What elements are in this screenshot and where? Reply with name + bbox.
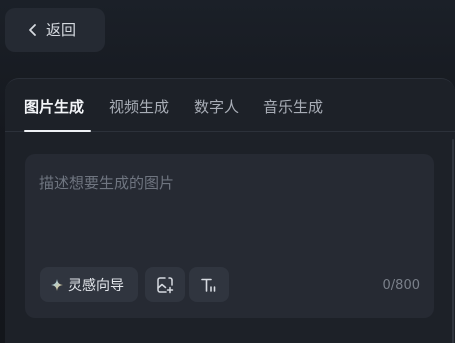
inspiration-guide-button[interactable]: 灵感向导 — [40, 267, 138, 302]
reference-image-button[interactable] — [145, 267, 185, 302]
prompt-input[interactable] — [39, 172, 419, 242]
sparkle-icon — [51, 278, 63, 291]
text-style-button[interactable] — [189, 267, 229, 302]
text-format-icon — [201, 278, 216, 292]
tab-digital-human[interactable]: 数字人 — [194, 96, 239, 117]
tab-bar: 图片生成 视频生成 数字人 音乐生成 — [5, 79, 455, 132]
panel-scrollbar[interactable] — [452, 139, 454, 343]
tab-video-generation[interactable]: 视频生成 — [109, 96, 169, 117]
tab-image-generation[interactable]: 图片生成 — [24, 96, 84, 117]
image-add-icon — [157, 276, 174, 293]
chevron-left-icon — [29, 24, 36, 36]
character-counter: 0/800 — [382, 278, 420, 293]
back-button[interactable]: 返回 — [5, 8, 105, 52]
image-generation-page: 返回 图片生成 视频生成 数字人 音乐生成 描述想要生成的图片 灵感向导 0/8… — [0, 0, 455, 343]
tab-music-generation[interactable]: 音乐生成 — [263, 96, 323, 117]
generation-panel: 图片生成 视频生成 数字人 音乐生成 灵感向导 — [5, 78, 455, 343]
active-tab-indicator — [24, 130, 91, 132]
back-button-label: 返回 — [46, 20, 77, 39]
inspiration-guide-label: 灵感向导 — [68, 277, 124, 294]
prompt-box: 灵感向导 0/800 — [25, 154, 434, 318]
